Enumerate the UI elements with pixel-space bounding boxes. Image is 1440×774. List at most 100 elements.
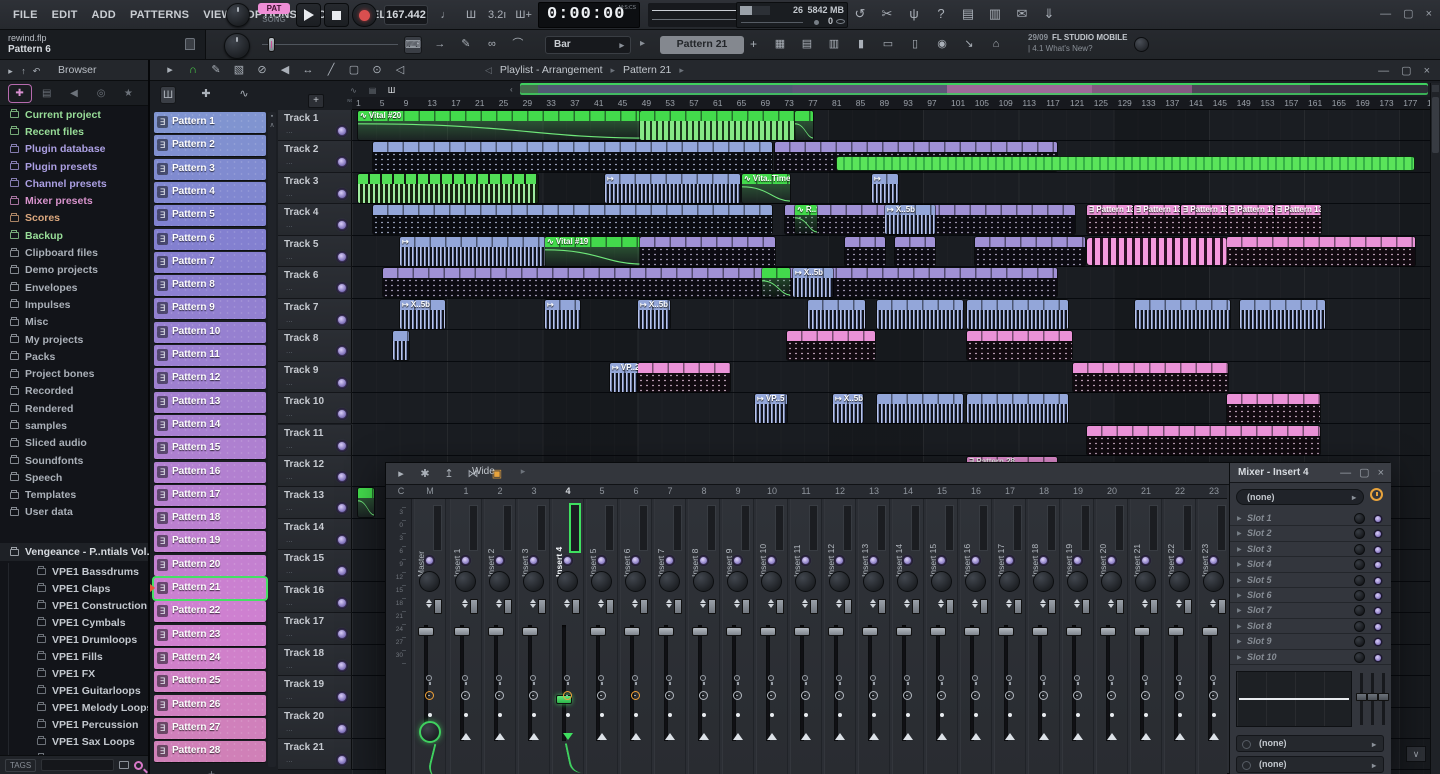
multilink-icon[interactable]: ∞ bbox=[484, 36, 500, 54]
tab-online-icon[interactable]: ◎ bbox=[90, 85, 112, 102]
clock-icon[interactable] bbox=[801, 691, 810, 700]
track-mute-led[interactable] bbox=[338, 567, 346, 575]
pattern-menu-icon[interactable]: ∃ bbox=[157, 489, 168, 501]
strip-knob[interactable] bbox=[659, 571, 680, 592]
mixer-strip[interactable]: Insert 14 bbox=[892, 499, 924, 774]
pattern-menu-icon[interactable]: ∃ bbox=[157, 186, 168, 198]
track-header[interactable]: Track 15... bbox=[278, 550, 352, 581]
browser-pack-header[interactable]: Vengeance - P..ntials Vol.1▾ bbox=[0, 543, 148, 561]
track-header[interactable]: Track 14... bbox=[278, 519, 352, 550]
mini-fader[interactable] bbox=[980, 599, 988, 614]
pattern-item[interactable]: ∃Pattern 20 bbox=[154, 555, 266, 576]
touch-icon[interactable]: ⌒ bbox=[510, 36, 526, 54]
route-arrow-icon[interactable] bbox=[767, 733, 777, 740]
preview-icon[interactable]: ◁ bbox=[392, 62, 408, 78]
strip-knob[interactable] bbox=[829, 571, 850, 592]
mono-dot[interactable] bbox=[736, 713, 740, 717]
browser-item[interactable]: Recent files bbox=[0, 123, 148, 140]
stereo-sep-control[interactable] bbox=[1210, 598, 1216, 609]
stereo-sep-control[interactable] bbox=[632, 598, 638, 609]
stereo-sep-control[interactable] bbox=[768, 598, 774, 609]
browser-pack-item[interactable]: VPE1 Percussion bbox=[8, 716, 148, 733]
clip-bluew[interactable] bbox=[1135, 300, 1230, 329]
clock-icon[interactable] bbox=[597, 691, 606, 700]
clip-bluew[interactable] bbox=[877, 300, 963, 329]
script-icon[interactable]: ✎ bbox=[458, 36, 474, 54]
slot-knob[interactable] bbox=[1354, 559, 1365, 570]
pattern-item[interactable]: ∃Pattern 24 bbox=[154, 648, 266, 669]
strip-led[interactable] bbox=[870, 557, 877, 564]
strip-led[interactable] bbox=[1040, 557, 1047, 564]
slice-icon[interactable]: ╱ bbox=[323, 62, 339, 78]
browser-toggle-icon[interactable]: ▭ bbox=[880, 36, 896, 52]
mixer-strip-number[interactable]: 13 bbox=[869, 486, 879, 496]
collapse-icon[interactable]: ▸ bbox=[4, 63, 17, 79]
mixer-strip[interactable]: Insert 12 bbox=[824, 499, 856, 774]
clip-gbar[interactable] bbox=[837, 157, 1414, 170]
strip-led[interactable] bbox=[598, 557, 605, 564]
mini-fader[interactable] bbox=[1150, 599, 1158, 614]
pattern-item[interactable]: ∃Pattern 23 bbox=[154, 625, 266, 646]
fader-handle[interactable] bbox=[658, 627, 674, 636]
strip-led[interactable] bbox=[768, 557, 775, 564]
mixer-strip[interactable]: Insert 11 bbox=[790, 499, 822, 774]
slot-led[interactable] bbox=[1375, 639, 1381, 645]
clip-purple[interactable] bbox=[640, 237, 775, 266]
mixer-strip-number[interactable]: 19 bbox=[1073, 486, 1083, 496]
mono-dot[interactable] bbox=[872, 713, 876, 717]
mono-dot[interactable] bbox=[838, 713, 842, 717]
clip-bluew[interactable] bbox=[1240, 300, 1325, 329]
pattern-menu-icon[interactable]: ∃ bbox=[157, 396, 168, 408]
undo-icon[interactable]: ↺ bbox=[852, 6, 868, 22]
pattern-menu-icon[interactable]: ∃ bbox=[157, 302, 168, 314]
picker-audio-icon[interactable]: ∿ bbox=[236, 86, 252, 104]
pattern-menu-icon[interactable]: ∃ bbox=[157, 512, 168, 524]
clock-icon[interactable] bbox=[733, 691, 742, 700]
strip-led[interactable] bbox=[462, 557, 469, 564]
track-mute-led[interactable] bbox=[338, 473, 346, 481]
window-minimize-icon[interactable]: — bbox=[1380, 8, 1391, 20]
mono-dot[interactable] bbox=[1212, 713, 1216, 717]
mini-fader[interactable] bbox=[1116, 599, 1124, 614]
minimap-collapse-icon[interactable]: ‹ bbox=[510, 85, 513, 94]
mini-fader[interactable] bbox=[912, 599, 920, 614]
browser-item[interactable]: Sliced audio bbox=[0, 435, 148, 452]
browser-item[interactable]: Current project bbox=[0, 106, 148, 123]
strip-knob[interactable] bbox=[863, 571, 884, 592]
shuttle-slider-handle[interactable] bbox=[268, 37, 275, 52]
route-arrow-icon[interactable] bbox=[631, 733, 641, 740]
fader-handle[interactable] bbox=[590, 627, 606, 636]
playlist-window-maximize-icon[interactable]: ▢ bbox=[1401, 65, 1411, 77]
delete-icon[interactable]: ⊘ bbox=[254, 62, 270, 78]
lamp-icon[interactable] bbox=[904, 675, 910, 681]
track-header[interactable]: Track 9... bbox=[278, 362, 352, 393]
mixer-strip[interactable]: Insert 18 bbox=[1028, 499, 1060, 774]
track-mute-led[interactable] bbox=[338, 756, 346, 764]
browser-item[interactable]: Speech bbox=[0, 469, 148, 486]
clock-icon[interactable] bbox=[665, 691, 674, 700]
mixer-strip-number[interactable]: 22 bbox=[1175, 486, 1185, 496]
effect-slot[interactable]: ▶Slot 4 bbox=[1230, 557, 1391, 572]
mixer-icon[interactable]: ▮ bbox=[853, 36, 869, 52]
playlist-minimap[interactable] bbox=[520, 83, 1428, 95]
clip-pink[interactable]: ∃ Pattern 13 bbox=[1181, 205, 1227, 234]
clip-pink[interactable] bbox=[1227, 237, 1415, 266]
record-button[interactable] bbox=[352, 3, 377, 27]
fader-handle[interactable] bbox=[488, 627, 504, 636]
step-edit-icon[interactable]: → bbox=[432, 36, 448, 54]
browser-item[interactable]: Rendered bbox=[0, 400, 148, 417]
pattern-menu-icon[interactable]: ∃ bbox=[157, 745, 168, 757]
lamp-icon[interactable] bbox=[598, 675, 604, 681]
browser-pack-item[interactable]: VPE1 Bassdrums bbox=[8, 563, 148, 580]
mono-dot[interactable] bbox=[804, 713, 808, 717]
mixer-strip[interactable]: Insert 8 bbox=[688, 499, 720, 774]
tool-menu-icon[interactable]: ▸ bbox=[162, 62, 178, 78]
track-mute-led[interactable] bbox=[338, 127, 346, 135]
lamp-icon[interactable] bbox=[1210, 675, 1216, 681]
mini-fader[interactable] bbox=[538, 599, 546, 614]
stereo-sep-control[interactable] bbox=[1006, 598, 1012, 609]
draw-icon[interactable]: ✎ bbox=[208, 62, 224, 78]
mixer-strip[interactable]: Insert 4 bbox=[552, 499, 584, 774]
stereo-sep-control[interactable] bbox=[530, 598, 536, 609]
mini-fader[interactable] bbox=[708, 599, 716, 614]
